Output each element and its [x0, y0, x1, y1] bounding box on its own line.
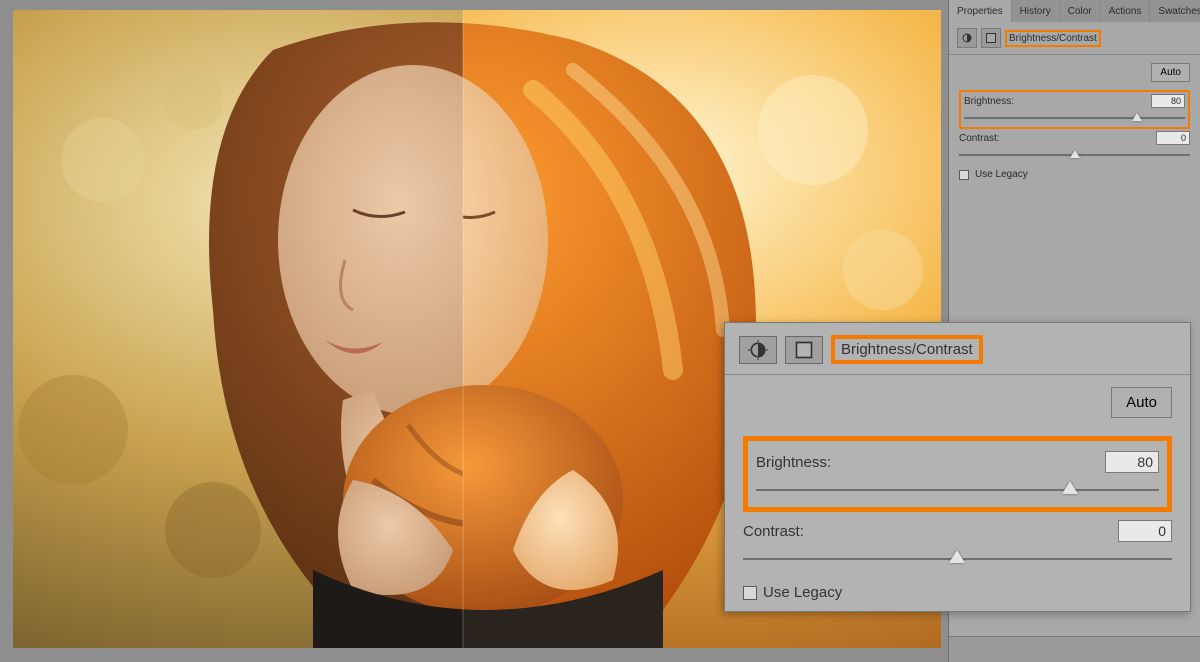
tab-history[interactable]: History — [1012, 0, 1060, 22]
panel-footer — [949, 636, 1200, 662]
brightness-slider-row: Brightness: 80 — [964, 94, 1185, 124]
contrast-label: Contrast: — [743, 523, 804, 540]
tab-properties[interactable]: Properties — [949, 0, 1012, 22]
brightness-value[interactable]: 80 — [1151, 94, 1185, 108]
zoom-panel: Brightness/Contrast Auto Brightness: 80 … — [724, 322, 1191, 612]
tab-actions[interactable]: Actions — [1101, 0, 1151, 22]
brightness-contrast-icon — [739, 336, 777, 364]
legacy-row[interactable]: Use Legacy — [743, 584, 1172, 601]
brightness-value[interactable]: 80 — [1105, 451, 1159, 473]
panel-tabs: Properties History Color Actions Swatche… — [949, 0, 1200, 22]
legacy-checkbox[interactable] — [959, 170, 969, 180]
contrast-thumb[interactable] — [949, 550, 965, 563]
contrast-slider[interactable] — [743, 550, 1172, 568]
auto-button[interactable]: Auto — [1151, 63, 1190, 82]
brightness-label: Brightness: — [756, 454, 831, 471]
tab-swatches[interactable]: Swatches — [1150, 0, 1200, 22]
legacy-row[interactable]: Use Legacy — [959, 169, 1190, 180]
adjustment-title: Brightness/Contrast — [1005, 30, 1101, 47]
tab-color[interactable]: Color — [1060, 0, 1101, 22]
legacy-label: Use Legacy — [763, 584, 842, 601]
auto-button[interactable]: Auto — [1111, 387, 1172, 418]
brightness-thumb[interactable] — [1062, 481, 1078, 494]
panel-body: Auto Brightness: 80 Contrast: 0 — [949, 55, 1200, 188]
adjustment-preset-icon[interactable] — [981, 28, 1001, 48]
legacy-label: Use Legacy — [975, 169, 1028, 180]
brightness-thumb[interactable] — [1132, 113, 1142, 121]
brightness-label: Brightness: — [964, 96, 1014, 107]
zoom-header: Brightness/Contrast — [725, 323, 1190, 375]
adjustment-title: Brightness/Contrast — [831, 335, 983, 364]
contrast-value[interactable]: 0 — [1156, 131, 1190, 145]
brightness-slider[interactable] — [964, 112, 1185, 124]
contrast-value[interactable]: 0 — [1118, 520, 1172, 542]
adjustment-header: Brightness/Contrast — [949, 22, 1200, 55]
contrast-slider-row: Contrast: 0 — [743, 520, 1172, 568]
contrast-slider[interactable] — [959, 149, 1190, 161]
contrast-thumb[interactable] — [1070, 150, 1080, 158]
brightness-slider[interactable] — [756, 481, 1159, 499]
contrast-slider-row: Contrast: 0 — [959, 131, 1190, 161]
adjustment-preset-icon[interactable] — [785, 336, 823, 364]
brightness-slider-row: Brightness: 80 — [756, 451, 1159, 499]
legacy-checkbox[interactable] — [743, 586, 757, 600]
brightness-contrast-icon — [957, 28, 977, 48]
contrast-label: Contrast: — [959, 133, 1000, 144]
